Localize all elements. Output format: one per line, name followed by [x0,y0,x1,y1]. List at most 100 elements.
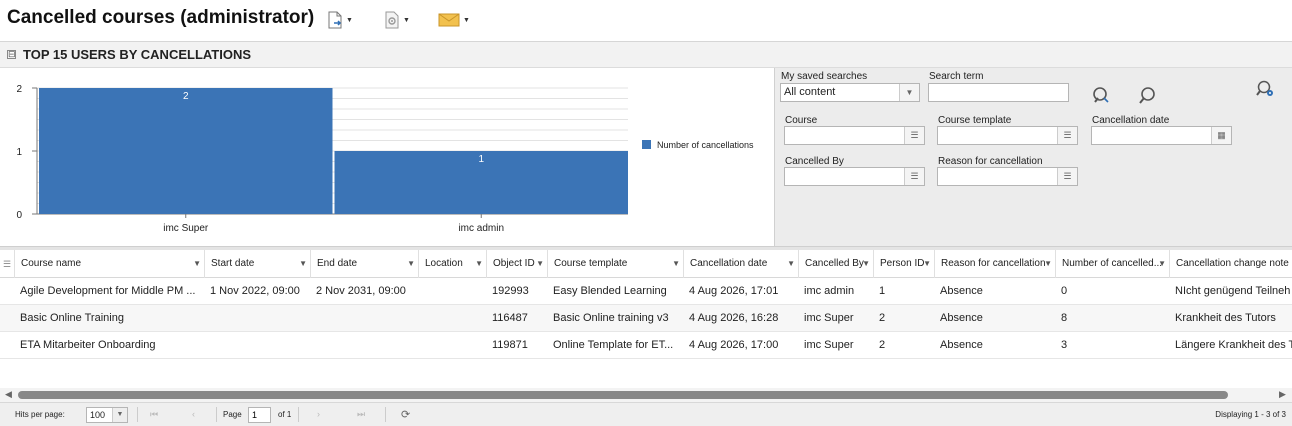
chevron-down-icon[interactable]: ▼ [1044,250,1052,278]
table-cell: ETA Mitarbeiter Onboarding [20,339,156,351]
list-picker-icon[interactable]: ☰ [1057,168,1077,185]
table-cell [204,305,310,332]
hits-per-page-value: 100 [90,410,106,420]
next-page-icon[interactable]: › [317,409,320,419]
first-page-icon[interactable]: ⏮ [150,409,158,420]
column-header[interactable]: Cancellation change note [1170,250,1292,278]
chevron-down-icon[interactable]: ▼ [1158,250,1166,278]
collapse-toggle-icon[interactable]: ⊟ [7,50,16,59]
column-label: Course name [21,258,82,269]
column-header[interactable]: Course template ▼ [548,250,684,278]
list-picker-icon[interactable]: ☰ [904,168,924,185]
column-header[interactable]: Reason for cancellation ▼ [935,250,1056,278]
chevron-down-icon: ▼ [403,16,410,24]
scrollbar-thumb[interactable] [18,391,1228,399]
title-bar: Cancelled courses (administrator) ▼ ▼ ▼ [0,0,1292,42]
column-header[interactable]: Person ID ▼ [874,250,935,278]
bar [39,88,333,214]
table-row[interactable]: ETA Mitarbeiter Onboarding 119871 Online… [0,332,1292,359]
cancelled-by-field[interactable]: ☰ [784,167,925,186]
table-cell [310,305,418,332]
cancelled-by-label: Cancelled By [785,156,844,167]
previous-page-icon[interactable]: ‹ [192,409,195,419]
last-page-icon[interactable]: ⏭ [357,409,365,420]
table-cell: Easy Blended Learning [553,285,667,297]
table-cell: Agile Development for Middle PM ... [20,285,196,297]
column-header[interactable]: Number of cancelled... ▼ [1056,250,1170,278]
page-label: Page [223,410,242,419]
chevron-down-icon[interactable]: ▼ [787,250,795,278]
table-cell: 2 Nov 2031, 09:00 [316,285,406,297]
calendar-icon[interactable]: ▦ [1211,127,1231,144]
displaying-count: Displaying 1 - 3 of 3 [1215,410,1286,419]
scroll-right-icon[interactable]: ▶ [1279,389,1286,400]
chevron-down-icon[interactable]: ▼ [536,250,544,278]
section-header: ⊟ TOP 15 USERS BY CANCELLATIONS [0,42,1292,68]
search-term-input[interactable] [928,83,1069,102]
saved-searches-value: All content [784,86,836,98]
chevron-down-icon[interactable]: ▼ [475,250,483,278]
chevron-down-icon[interactable]: ▼ [862,250,870,278]
list-picker-icon[interactable]: ☰ [904,127,924,144]
table-row[interactable]: Agile Development for Middle PM ... 1 No… [0,278,1292,305]
email-menu-button[interactable]: ▼ [438,10,470,30]
saved-searches-select[interactable]: All content ▼ [780,83,920,102]
table-cell [418,305,486,332]
chevron-down-icon: ▼ [346,16,353,24]
table-cell: 3 [1061,339,1068,351]
advanced-search-icon[interactable] [1091,86,1113,106]
separator [137,407,138,422]
y-tick-label: 0 [16,210,22,221]
filter-panel: My saved searches All content ▼ Search t… [774,68,1292,246]
search-term-label: Search term [929,71,984,82]
table-cell: Basic Online Training [20,312,124,324]
chevron-down-icon[interactable]: ▼ [193,250,201,278]
cancellation-date-label: Cancellation date [1092,115,1170,126]
course-field[interactable]: ☰ [784,126,925,145]
horizontal-scrollbar[interactable]: ◀ ▶ [0,388,1292,402]
list-picker-icon[interactable]: ☰ [1057,127,1077,144]
table-cell [418,332,486,359]
scroll-left-icon[interactable]: ◀ [5,389,12,400]
table-row[interactable]: Basic Online Training 116487 Basic Onlin… [0,305,1292,332]
column-header[interactable]: Cancelled By ▼ [799,250,874,278]
course-template-field[interactable]: ☰ [937,126,1078,145]
refresh-icon[interactable]: ⟳ [401,408,410,421]
table-cell: Absence [940,312,983,324]
settings-menu-button[interactable]: ▼ [384,10,410,30]
legend-label: Number of cancellations [657,140,754,150]
chevron-down-icon[interactable]: ▼ [407,250,415,278]
column-label: End date [317,258,358,269]
column-label: Start date [211,258,255,269]
export-menu-button[interactable]: ▼ [327,10,353,30]
page-number-input[interactable] [248,407,271,423]
table-cell [418,278,486,305]
column-header[interactable]: End date ▼ [311,250,419,278]
table-cell: 0 [1061,285,1068,297]
y-tick-label: 1 [16,147,22,158]
table-cell: Längere Krankheit des T [1175,339,1292,351]
search-settings-icon[interactable] [1256,79,1276,99]
table-cell: 2 [879,339,886,351]
column-header[interactable]: Location ▼ [419,250,487,278]
reason-field[interactable]: ☰ [937,167,1078,186]
page-title: Cancelled courses (administrator) [7,7,315,28]
table-cell: imc Super [804,312,854,324]
column-menu-icon[interactable]: ☰ [0,250,15,278]
export-document-icon [328,11,342,29]
column-header[interactable]: Cancellation date ▼ [684,250,799,278]
reason-label: Reason for cancellation [938,156,1043,167]
chart-panel: 0 1 2 2 imc Super 1 imc admin Number of cancell… [0,68,773,246]
column-header[interactable]: Course name ▼ [15,250,205,278]
hits-per-page-select[interactable]: 100 ▼ [86,407,128,423]
separator [385,407,386,422]
table-cell: Krankheit des Tutors [1175,312,1276,324]
chevron-down-icon[interactable]: ▼ [923,250,931,278]
search-icon[interactable] [1137,86,1157,106]
column-header[interactable]: Object ID ▼ [487,250,548,278]
chevron-down-icon[interactable]: ▼ [672,250,680,278]
cancellation-date-field[interactable]: ▦ [1091,126,1232,145]
hits-per-page-label: Hits per page: [15,410,65,419]
column-header[interactable]: Start date ▼ [205,250,311,278]
chevron-down-icon[interactable]: ▼ [299,250,307,278]
